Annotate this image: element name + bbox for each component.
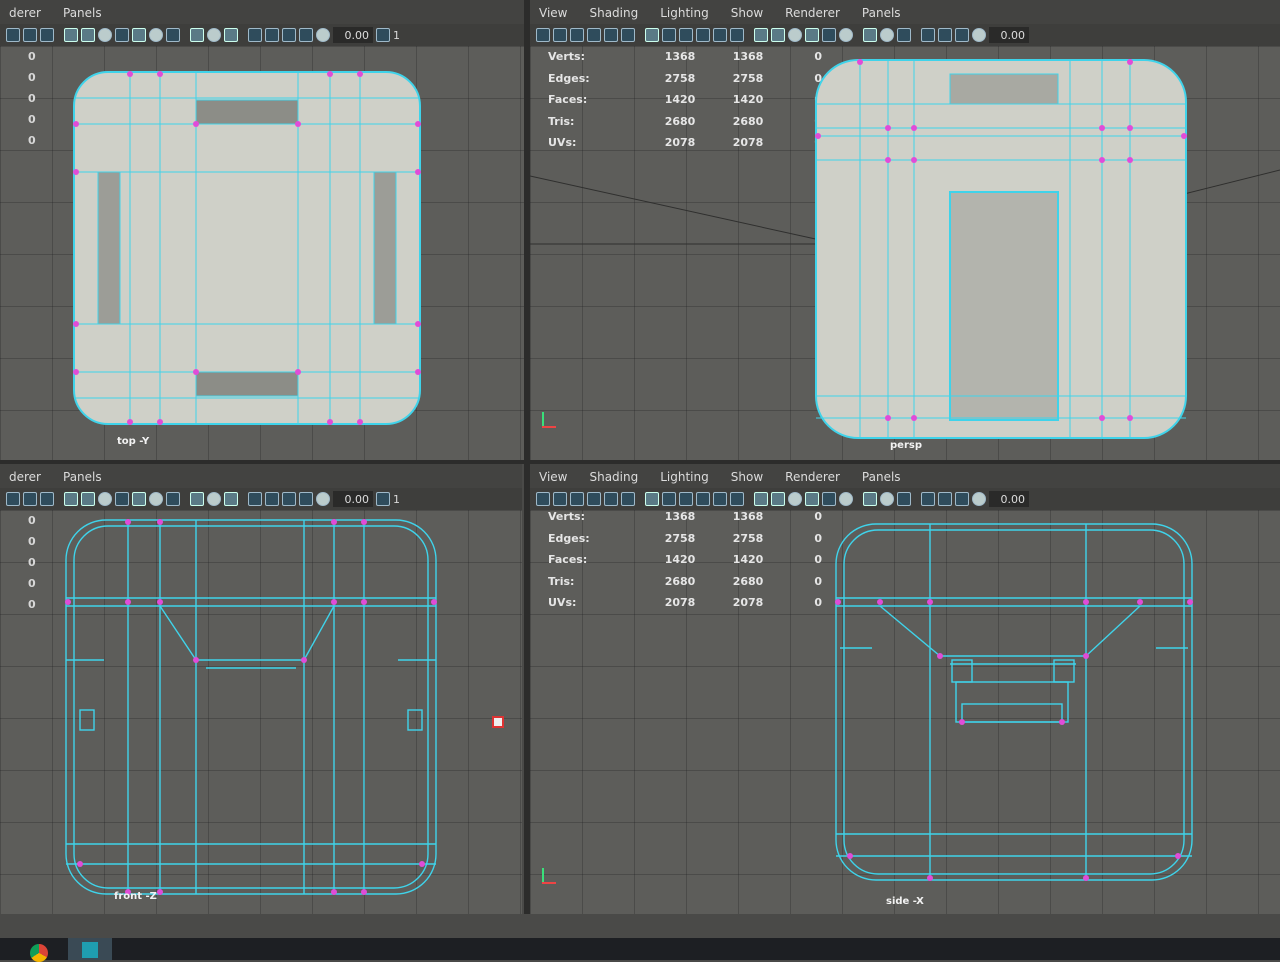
os-taskbar <box>0 938 1280 962</box>
pane-divider-horizontal[interactable] <box>0 460 1280 464</box>
viewport-top[interactable]: derer Panels 0.00 1 0 0 0 0 0 top -Y <box>0 0 524 460</box>
viewport-label: persp <box>890 440 922 451</box>
side-view-wireframe <box>835 523 1193 881</box>
chrome-app-icon[interactable] <box>30 944 48 962</box>
axis-x <box>542 882 556 884</box>
maya-logo-icon <box>82 942 98 958</box>
pane-divider-vertical[interactable] <box>524 0 530 914</box>
top-view-model <box>73 71 421 425</box>
viewport-label: front -Z <box>114 891 157 902</box>
axis-gizmo <box>538 408 560 430</box>
viewport-side[interactable]: View Shading Lighting Show Renderer Pane… <box>530 464 1280 914</box>
persp-view-model <box>530 59 1280 439</box>
viewport-persp[interactable]: View Shading Lighting Show Renderer Pane… <box>530 0 1280 460</box>
axis-x <box>542 426 556 428</box>
axis-gizmo <box>538 864 560 886</box>
viewport-front[interactable]: derer Panels 0.00 1 0 0 0 0 0 front -Z <box>0 464 522 914</box>
front-view-wireframe <box>65 519 437 895</box>
viewport-label: top -Y <box>117 436 150 447</box>
maya-app-icon[interactable] <box>68 938 112 960</box>
cursor-pointer-icon <box>492 716 504 728</box>
viewport-label: side -X <box>886 896 924 907</box>
